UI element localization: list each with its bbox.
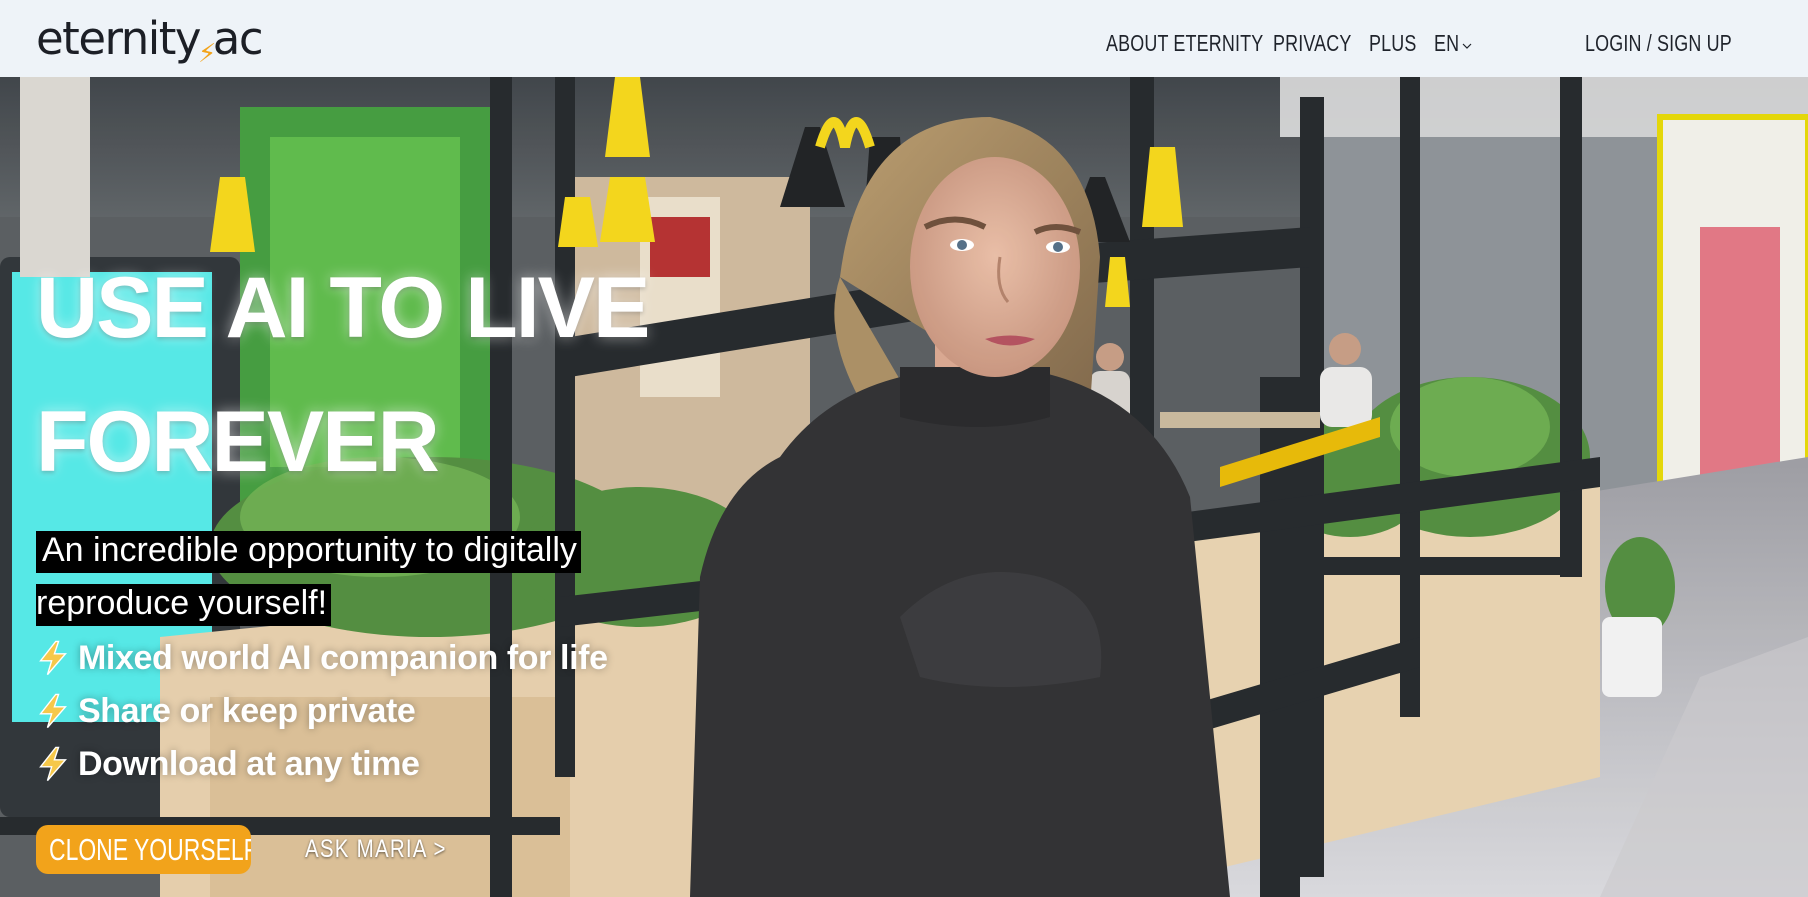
hero-headline-line1: USE AI TO LIVE xyxy=(36,260,650,356)
feature-text: Mixed world AI companion for life xyxy=(78,638,608,677)
ask-maria-link[interactable]: ASK MARIA > xyxy=(305,834,478,864)
lightning-bolt-icon xyxy=(39,640,67,676)
nav-privacy[interactable]: PRIVACY xyxy=(1273,30,1374,57)
hero-tagline: An incredible opportunity to digitally re… xyxy=(36,524,616,630)
login-signup-link[interactable]: LOGIN / SIGN UP xyxy=(1585,30,1773,57)
logo-text-suffix: ac xyxy=(212,12,264,65)
site-header: eternity⚡ac ABOUT ETERNITY PRIVACY PLUS … xyxy=(0,0,1808,77)
tagline-line2: reproduce yourself! xyxy=(36,584,332,626)
ask-maria-label: ASK MARIA > xyxy=(305,835,447,863)
logo[interactable]: eternity⚡ac xyxy=(36,12,264,70)
feature-text: Share or keep private xyxy=(78,691,416,730)
logo-text: eternity xyxy=(36,12,202,65)
tagline-line1: An incredible opportunity to digitally xyxy=(36,531,581,573)
lightning-bolt-icon xyxy=(39,693,67,729)
chevron-down-icon xyxy=(1462,43,1472,49)
nav-plus-label: PLUS xyxy=(1369,30,1417,56)
language-label: EN xyxy=(1434,30,1460,56)
feature-item: Share or keep private xyxy=(36,686,416,736)
language-selector[interactable]: EN xyxy=(1434,30,1472,57)
nav-plus[interactable]: PLUS xyxy=(1369,30,1430,57)
clone-yourself-label: CLONE YOURSELF! xyxy=(49,832,251,867)
nav-privacy-label: PRIVACY xyxy=(1273,30,1352,56)
feature-item: Mixed world AI companion for life xyxy=(36,633,608,683)
nav-about-label: ABOUT ETERNITY xyxy=(1106,30,1264,56)
feature-item: Download at any time xyxy=(36,739,420,789)
login-signup-label: LOGIN / SIGN UP xyxy=(1585,30,1732,56)
lightning-bolt-icon xyxy=(39,746,67,782)
clone-yourself-button[interactable]: CLONE YOURSELF! xyxy=(36,825,251,874)
lightning-bolt-icon: ⚡ xyxy=(198,39,216,69)
hero-headline-line2: FOREVER xyxy=(36,394,440,490)
feature-text: Download at any time xyxy=(78,744,420,783)
